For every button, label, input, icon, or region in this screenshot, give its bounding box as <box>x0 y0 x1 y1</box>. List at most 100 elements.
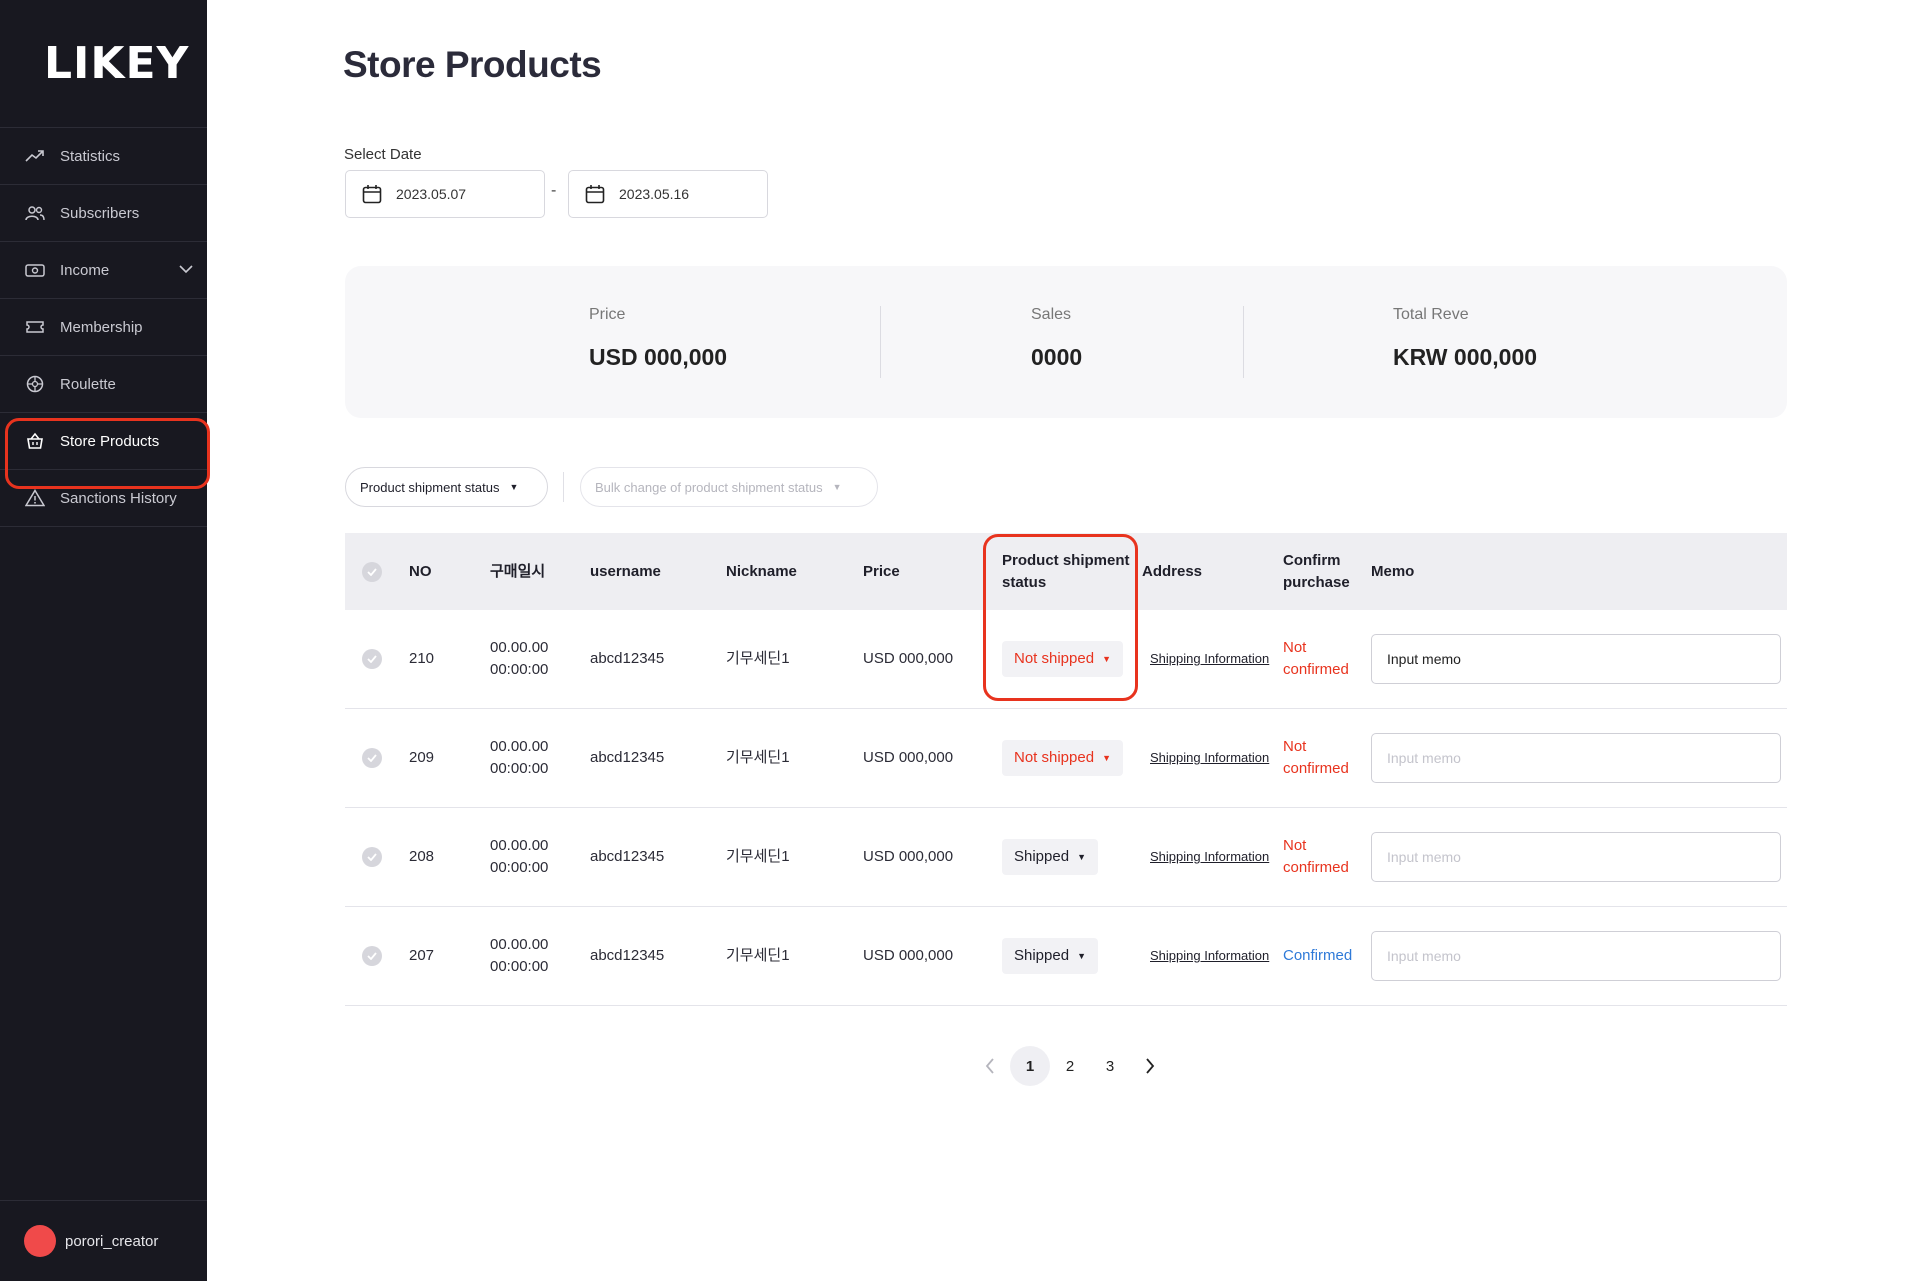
summary-total-revenue: Total Reve KRW 000,000 <box>1393 306 1537 371</box>
header-shipment-status: Product shipment status <box>1002 551 1130 591</box>
price: USD 000,000 <box>863 848 954 865</box>
shipping-info-link[interactable]: Shipping Information <box>1150 747 1269 769</box>
header-confirm-purchase: Confirm purchase <box>1283 551 1350 591</box>
purchase-datetime: 00.00.00 00:00:00 <box>490 835 548 879</box>
sidebar-item-membership[interactable]: Membership <box>0 299 207 356</box>
memo-input[interactable] <box>1371 931 1781 981</box>
sidebar-item-statistics[interactable]: Statistics <box>0 128 207 185</box>
shipment-status-value: Shipped <box>1014 848 1070 865</box>
table-header: NO 구매일시 username Nickname Price Product … <box>345 533 1787 610</box>
memo-input[interactable] <box>1371 832 1781 882</box>
order-no: 208 <box>409 848 435 865</box>
confirm-status: Not confirmed <box>1283 835 1349 879</box>
date-label: Select Date <box>344 146 422 163</box>
page-button[interactable]: 3 <box>1090 1046 1130 1086</box>
sidebar-item-income[interactable]: Income <box>0 242 207 299</box>
money-icon <box>24 259 46 281</box>
header-nickname: Nickname <box>726 562 797 580</box>
sidebar-item-subscribers[interactable]: Subscribers <box>0 185 207 242</box>
sidebar-item-sanctions-history[interactable]: Sanctions History <box>0 470 207 527</box>
table-row: 210 00.00.00 00:00:00 abcd12345 기무세딘1 US… <box>345 610 1787 709</box>
purchase-date: 00.00.00 <box>490 837 549 854</box>
sidebar-item-label: Statistics <box>60 147 121 165</box>
purchase-time: 00:00:00 <box>490 859 549 876</box>
shipment-status-dropdown[interactable]: Not shipped ▼ <box>1002 740 1123 776</box>
shipping-info-link[interactable]: Shipping Information <box>1150 945 1269 967</box>
start-date-picker[interactable]: 2023.05.07 <box>345 170 545 218</box>
calendar-icon <box>362 185 382 204</box>
chevron-down-icon[interactable] <box>179 261 193 278</box>
shipment-status-dropdown[interactable]: Shipped ▼ <box>1002 839 1098 875</box>
nickname: 기무세딘1 <box>726 848 790 865</box>
user-profile[interactable]: porori_creator <box>0 1200 207 1281</box>
caret-down-icon: ▼ <box>1077 951 1086 961</box>
shipment-status-dropdown[interactable]: Not shipped ▼ <box>1002 641 1123 677</box>
shipment-status-value: Not shipped <box>1014 749 1095 766</box>
table-row: 209 00.00.00 00:00:00 abcd12345 기무세딘1 US… <box>345 709 1787 808</box>
price: USD 000,000 <box>863 749 954 766</box>
table-row: 207 00.00.00 00:00:00 abcd12345 기무세딘1 US… <box>345 907 1787 1006</box>
purchase-date: 00.00.00 <box>490 738 549 755</box>
username: abcd12345 <box>590 749 665 766</box>
date-separator: - <box>551 182 557 199</box>
select-all-checkbox[interactable] <box>362 561 382 582</box>
bulk-change-dropdown[interactable]: Bulk change of product shipment status ▼ <box>580 467 878 507</box>
next-page-button[interactable] <box>1130 1046 1170 1086</box>
confirm-status-line1: Not <box>1283 639 1307 656</box>
users-icon <box>24 202 46 224</box>
caret-down-icon: ▼ <box>1077 852 1086 862</box>
calendar-icon <box>585 185 605 204</box>
memo-input[interactable] <box>1371 733 1781 783</box>
confirm-status-line2: confirmed <box>1283 760 1349 777</box>
purchase-time: 00:00:00 <box>490 760 549 777</box>
summary-card: Price USD 000,000 Sales 0000 Total Reve … <box>345 266 1787 418</box>
row-checkbox[interactable] <box>362 946 382 966</box>
shipping-info-link[interactable]: Shipping Information <box>1150 648 1269 670</box>
page-title: Store Products <box>343 44 602 85</box>
nickname: 기무세딘1 <box>726 650 790 667</box>
shipment-status-value: Shipped <box>1014 947 1070 964</box>
row-checkbox[interactable] <box>362 748 382 768</box>
warning-icon <box>24 487 46 509</box>
filter-label: Product shipment status <box>360 479 500 495</box>
purchase-datetime: 00.00.00 00:00:00 <box>490 637 548 681</box>
memo-input[interactable] <box>1371 634 1781 684</box>
header-username: username <box>590 562 661 580</box>
memo-cell <box>1371 931 1781 981</box>
sidebar-item-roulette[interactable]: Roulette <box>0 356 207 413</box>
shipment-status-filter[interactable]: Product shipment status ▼ <box>345 467 548 507</box>
table-row: 208 00.00.00 00:00:00 abcd12345 기무세딘1 US… <box>345 808 1787 907</box>
price: USD 000,000 <box>863 947 954 964</box>
sidebar-item-store-products[interactable]: Store Products <box>0 413 210 489</box>
confirm-status-line1: Not <box>1283 837 1307 854</box>
divider <box>880 306 881 378</box>
row-checkbox[interactable] <box>362 847 382 867</box>
start-date-value: 2023.05.07 <box>396 186 467 202</box>
shipment-status-dropdown[interactable]: Shipped ▼ <box>1002 938 1098 974</box>
purchase-datetime: 00.00.00 00:00:00 <box>490 934 548 978</box>
header-purchase-date: 구매일시 <box>490 562 546 580</box>
username: abcd12345 <box>590 848 665 865</box>
page-button[interactable]: 1 <box>1010 1046 1050 1086</box>
order-no: 210 <box>409 650 435 667</box>
purchase-date: 00.00.00 <box>490 936 549 953</box>
header-price: Price <box>863 562 900 580</box>
page-button[interactable]: 2 <box>1050 1046 1090 1086</box>
purchase-time: 00:00:00 <box>490 958 549 975</box>
username: abcd12345 <box>590 947 665 964</box>
end-date-value: 2023.05.16 <box>619 186 690 202</box>
header-memo: Memo <box>1371 562 1415 580</box>
confirm-status-line1: Confirmed <box>1283 947 1353 964</box>
summary-label: Sales <box>1031 306 1072 323</box>
order-no: 209 <box>409 749 435 766</box>
end-date-picker[interactable]: 2023.05.16 <box>568 170 768 218</box>
purchase-datetime: 00.00.00 00:00:00 <box>490 736 548 780</box>
confirm-status: Confirmed <box>1283 945 1352 967</box>
prev-page-button[interactable] <box>970 1046 1010 1086</box>
summary-label: Total Reve <box>1393 306 1469 323</box>
bulk-change-label: Bulk change of product shipment status <box>595 479 823 495</box>
shipping-info-link[interactable]: Shipping Information <box>1150 846 1269 868</box>
price: USD 000,000 <box>863 650 954 667</box>
chevron-left-icon <box>985 1058 994 1074</box>
row-checkbox[interactable] <box>362 649 382 669</box>
